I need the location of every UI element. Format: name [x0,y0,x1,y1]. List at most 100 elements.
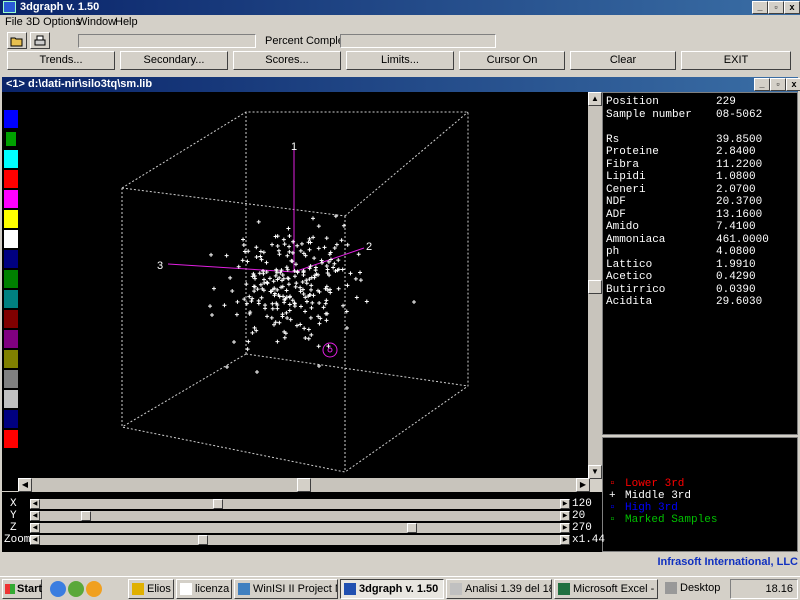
info-label: Position [606,96,659,108]
taskbar-task[interactable]: Elios [128,579,174,599]
ie-icon[interactable] [50,581,66,597]
horizontal-scroll-thumb[interactable] [297,478,311,492]
sample-point [332,245,337,250]
plot-area[interactable]: 1 2 3 [2,92,588,491]
vertical-scroll-thumb[interactable] [588,280,602,294]
info-value: 1.0800 [716,171,756,183]
sample-point [311,235,316,240]
sample-point [321,305,326,310]
child-maximize-button[interactable]: ▫ [770,78,786,91]
taskbar-task[interactable]: WinISI II Project M... [234,579,338,599]
exit-button[interactable]: EXIT [681,51,791,70]
child-window-title: <1> d:\dati-nir\silo3tq\sm.lib [6,78,153,90]
slider-left-icon[interactable]: ◀ [30,535,40,545]
start-button[interactable]: Start [2,579,42,599]
minimize-button[interactable]: _ [752,1,768,14]
slider-right-icon[interactable]: ▶ [560,535,570,545]
sample-point [253,276,258,281]
sample-point [311,293,316,298]
sample-point [254,245,259,250]
quicklaunch-icon[interactable] [68,581,84,597]
sample-point [241,237,246,242]
sample-point [284,310,289,315]
sample-point [209,252,214,257]
trends-button[interactable]: Trends... [7,51,115,70]
slider-thumb[interactable] [213,499,224,509]
slider-left-icon[interactable]: ◀ [30,523,40,533]
slider-right-icon[interactable]: ▶ [560,523,570,533]
sample-point [316,344,321,349]
desktop-toolbar[interactable]: Desktop [662,579,726,599]
taskbar-task[interactable]: Microsoft Excel - C... [554,579,658,599]
info-row: Fibra 11.2200 [606,159,762,171]
slider-left-icon[interactable]: ◀ [30,511,40,521]
slider-track[interactable]: ◀ ▶ [30,535,570,545]
scatter-3d-plot[interactable]: 1 2 3 [2,92,588,491]
browser-icon[interactable] [86,581,102,597]
sample-point [336,258,341,263]
slider-row: Zoom ◀ ▶ x1.44 [2,534,605,546]
sample-point [325,267,330,272]
sample-point [316,246,321,251]
sample-point [282,242,287,247]
taskbar-task[interactable]: licenza co... [176,579,232,599]
info-row: Position 229 [606,96,736,108]
clear-button[interactable]: Clear [570,51,676,70]
info-value: 2.8400 [716,146,756,158]
cursor-on-button[interactable]: Cursor On [459,51,565,70]
limits-button[interactable]: Limits... [346,51,454,70]
scroll-down-icon[interactable]: ▼ [588,465,602,479]
info-row: Lattico 1.9910 [606,259,756,271]
system-tray: 18.16 [730,579,798,599]
taskbar-task[interactable]: Analisi 1.39 del 18... [446,579,552,599]
slider-track[interactable]: ◀ ▶ [30,523,570,533]
menu-window[interactable]: Window [77,16,116,28]
taskbar-task[interactable]: 3dgraph v. 1.50 [340,579,444,599]
open-folder-icon[interactable] [7,32,27,49]
slider-right-icon[interactable]: ▶ [560,499,570,509]
slider-thumb[interactable] [80,511,91,521]
info-value: 13.1600 [716,208,763,221]
sample-point [267,276,272,281]
menu-file[interactable]: File [5,16,23,28]
scores-button[interactable]: Scores... [233,51,341,70]
sample-point [222,303,227,308]
scroll-left-icon[interactable]: ◀ [18,478,32,492]
sample-point [292,274,297,279]
child-close-button[interactable]: x [786,78,800,91]
info-value: 0.0390 [716,283,756,296]
sample-point [264,260,269,265]
slider-thumb[interactable] [198,535,209,545]
close-button[interactable]: x [784,1,800,14]
info-value: 4.0800 [716,246,756,258]
scroll-right-icon[interactable]: ▶ [576,478,590,492]
restore-button[interactable]: ▫ [768,1,784,14]
sample-point [287,244,292,249]
child-minimize-button[interactable]: _ [754,78,770,91]
sample-point [277,320,282,325]
cursor-dot [327,347,333,353]
sample-point [293,284,298,289]
scroll-up-icon[interactable]: ▲ [588,92,602,106]
slider-thumb[interactable] [407,523,418,533]
slider-track[interactable]: ◀ ▶ [30,511,570,521]
print-icon[interactable] [30,32,50,49]
slider-value: 20 [572,510,586,522]
axis-label-3: 3 [157,260,163,272]
sample-point [323,301,328,306]
slider-right-icon[interactable]: ▶ [560,511,570,521]
info-label: Ceneri [606,183,646,196]
sample-point [280,272,285,277]
sample-point [358,278,363,283]
slider-left-icon[interactable]: ◀ [30,499,40,509]
slider-track[interactable]: ◀ ▶ [30,499,570,509]
plot-horizontal-scrollbar[interactable]: ◀ ▶ [18,478,590,492]
sample-point [277,252,282,257]
child-window-title-bar[interactable]: <1> d:\dati-nir\silo3tq\sm.lib _ ▫ x [2,77,800,92]
menu-help[interactable]: Help [115,16,138,28]
sample-point [308,315,313,320]
plot-vertical-scrollbar[interactable]: ▲ ▼ [588,92,602,479]
app-title-bar[interactable]: 3dgraph v. 1.50 _ ▫ x [0,0,800,15]
menu-3d-options[interactable]: 3D Options [26,16,81,28]
secondary-button[interactable]: Secondary... [120,51,228,70]
